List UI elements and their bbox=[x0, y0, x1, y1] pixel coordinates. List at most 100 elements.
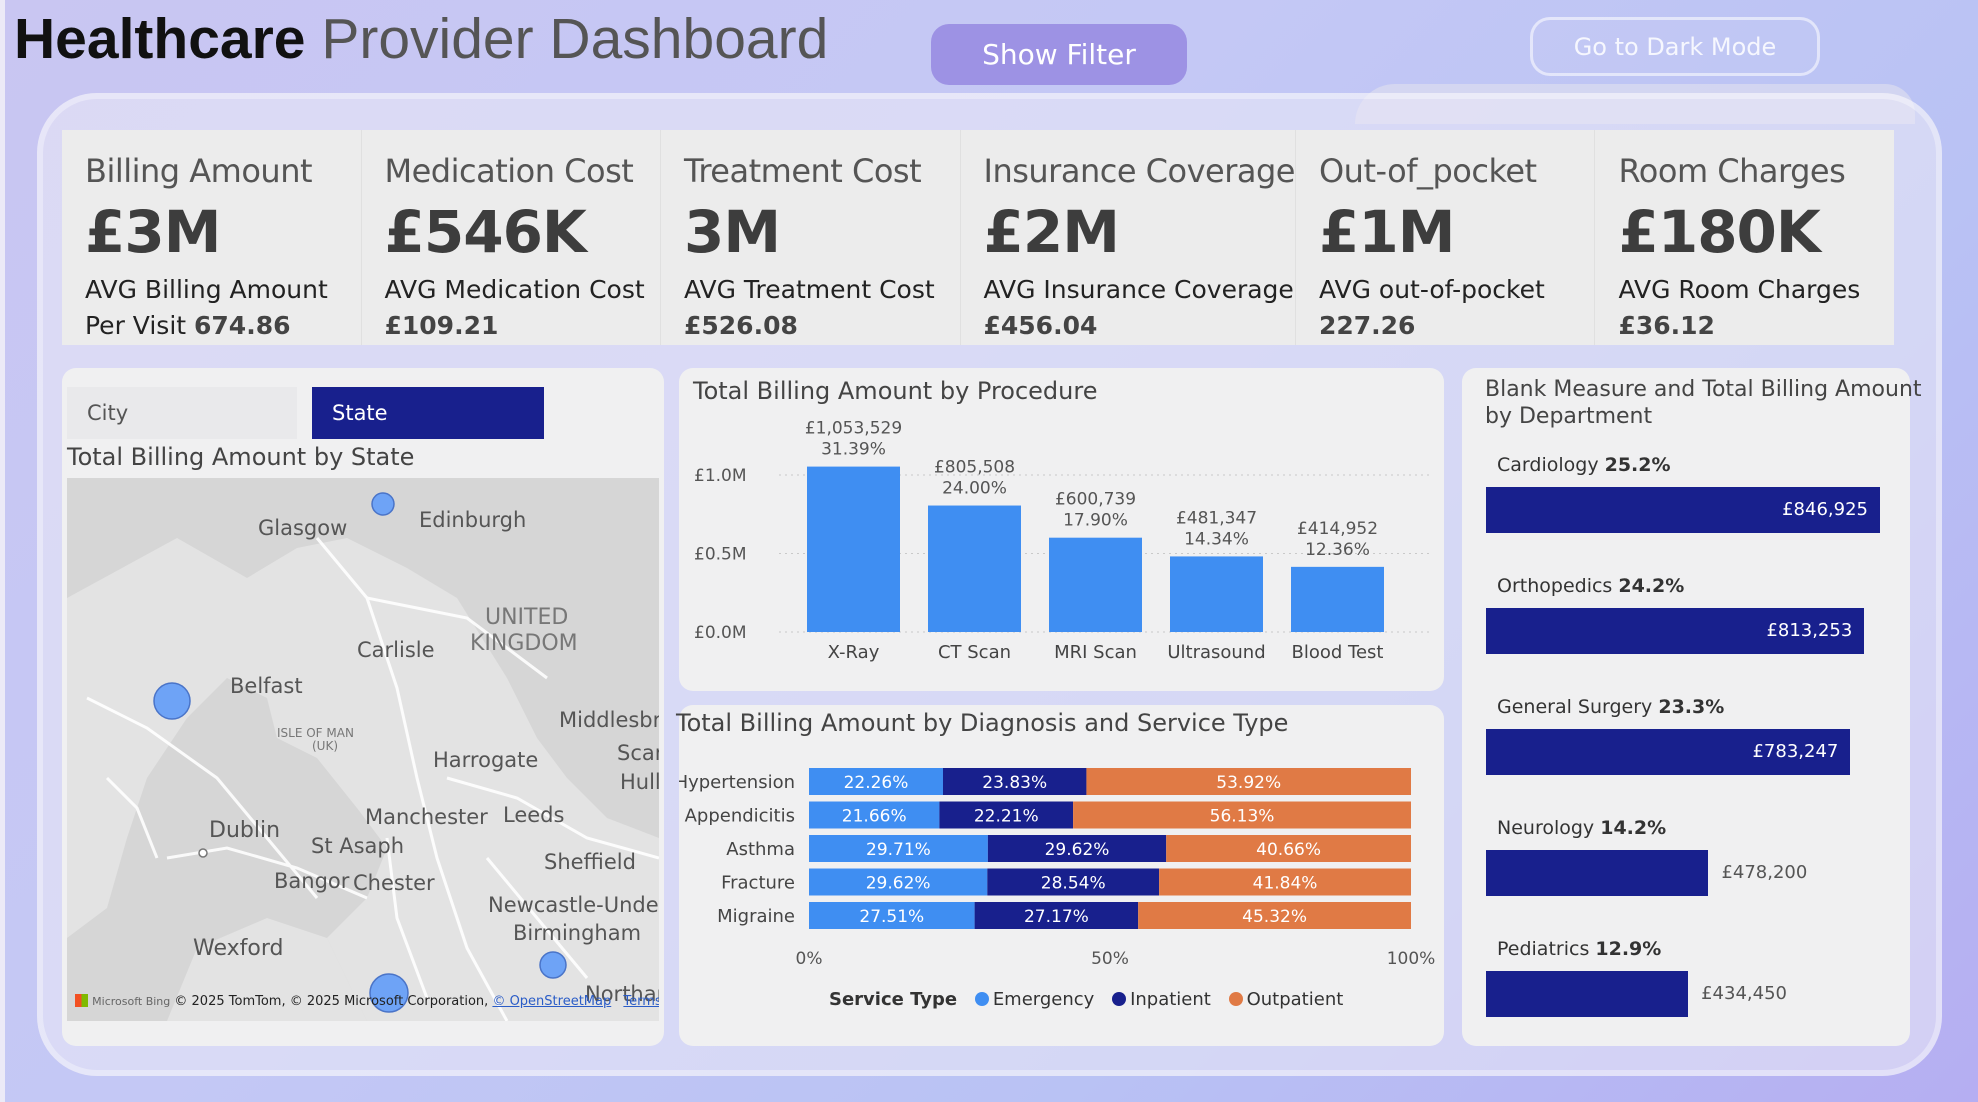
department-label: Pediatrics 12.9% bbox=[1497, 938, 1661, 960]
kpi-value: £546K bbox=[384, 198, 587, 266]
y-tick-label: £0.5M bbox=[694, 545, 747, 565]
procedure-bar bbox=[1049, 537, 1142, 632]
dark-mode-button[interactable]: Go to Dark Mode bbox=[1530, 17, 1820, 76]
kpi-card-treatment: Treatment Cost 3M AVG Treatment Cost £526… bbox=[661, 130, 961, 345]
x-tick-label: CT Scan bbox=[938, 642, 1011, 663]
city-toggle-button[interactable]: City bbox=[67, 387, 297, 439]
bar-pct-label: 12.36% bbox=[1305, 540, 1370, 560]
terms-link[interactable]: Terms bbox=[623, 994, 659, 1009]
segment-label: 23.83% bbox=[982, 773, 1047, 793]
bar-value-label: £414,952 bbox=[1297, 519, 1378, 539]
map-card-title: Total Billing Amount by State bbox=[67, 443, 415, 471]
page-title-bold: Healthcare bbox=[14, 7, 306, 71]
department-label: General Surgery 23.3% bbox=[1497, 696, 1724, 718]
osm-link[interactable]: © OpenStreetMap bbox=[492, 994, 611, 1009]
diagnosis-stacked-chart: Hypertension 22.26% 23.83% 53.92% Appendicit… bbox=[679, 768, 1435, 969]
department-chart-title: Blank Measure and Total Billing Amount b… bbox=[1485, 376, 1922, 430]
legend-title: Service Type bbox=[829, 989, 958, 1010]
department-label: Neurology 14.2% bbox=[1497, 817, 1666, 839]
department-bar[interactable] bbox=[1486, 850, 1709, 896]
kpi-sub-label: AVG Room Charges bbox=[1618, 275, 1861, 304]
department-bar[interactable]: £783,247 bbox=[1486, 729, 1851, 775]
segment-label: 41.84% bbox=[1253, 874, 1318, 894]
x-tick-label: X-Ray bbox=[828, 642, 880, 663]
legend-label-inpatient[interactable]: Inpatient bbox=[1130, 989, 1211, 1010]
y-tick-label: £1.0M bbox=[694, 466, 747, 486]
kpi-label: Billing Amount bbox=[85, 152, 313, 190]
kpi-card-insurance: Insurance Coverage £2M AVG Insurance Cov… bbox=[961, 130, 1296, 345]
page-title-light: Provider Dashboard bbox=[321, 7, 829, 71]
legend-label-outpatient[interactable]: Outpatient bbox=[1247, 989, 1344, 1010]
row-label: Fracture bbox=[721, 873, 795, 894]
diagnosis-legend: Service Type Emergency Inpatient Outpati… bbox=[829, 989, 1343, 1010]
billing-map[interactable]: Glasgow Edinburgh UNITED KINGDOM Carlisl… bbox=[67, 478, 659, 1021]
department-pct: 25.2% bbox=[1604, 454, 1671, 476]
kpi-sub-label: AVG Treatment Cost bbox=[684, 275, 935, 304]
kpi-label: Room Charges bbox=[1618, 152, 1846, 190]
kpi-sub-label: AVG Insurance Coverage bbox=[983, 275, 1294, 304]
kpi-label: Medication Cost bbox=[384, 152, 634, 190]
map-bubbles bbox=[153, 492, 567, 1013]
bing-logo-icon bbox=[75, 994, 88, 1007]
department-bar[interactable] bbox=[1486, 971, 1689, 1017]
kpi-value: 3M bbox=[684, 198, 781, 266]
kpi-card-medication: Medication Cost £546K AVG Medication Cos… bbox=[362, 130, 661, 345]
kpi-value: £2M bbox=[983, 198, 1120, 266]
kpi-sub: AVG Insurance Coverage £456.04 bbox=[984, 272, 1295, 344]
department-name: General Surgery bbox=[1497, 696, 1659, 718]
department-pct: 12.9% bbox=[1595, 938, 1662, 960]
map-attribution: Microsoft Bing © 2025 TomTom, © 2025 Mic… bbox=[75, 994, 659, 1009]
segment-label: 22.26% bbox=[844, 773, 909, 793]
map-bubble-birmingham bbox=[539, 951, 567, 979]
department-value-label: £783,247 bbox=[1752, 741, 1839, 762]
procedure-bar-chart: £0.0M £0.5M £1.0M £1,053,52931.39% X-Ray £805… bbox=[694, 419, 1429, 663]
kpi-avg: 227.26 bbox=[1318, 311, 1416, 340]
department-bar[interactable]: £846,925 bbox=[1486, 487, 1880, 533]
bar-value-label: £600,739 bbox=[1055, 490, 1136, 510]
department-label: Orthopedics 24.2% bbox=[1497, 575, 1684, 597]
department-value-label: £813,253 bbox=[1766, 620, 1853, 641]
kpi-label: Treatment Cost bbox=[684, 152, 922, 190]
x-tick-label: 50% bbox=[1091, 949, 1129, 969]
legend-dot-inpatient bbox=[1112, 992, 1127, 1006]
show-filter-button[interactable]: Show Filter bbox=[931, 24, 1187, 85]
department-value-label: £478,200 bbox=[1721, 862, 1808, 883]
kpi-avg: £526.08 bbox=[684, 311, 798, 340]
department-title-line2: by Department bbox=[1485, 404, 1653, 429]
x-tick-label: MRI Scan bbox=[1054, 642, 1137, 663]
left-edge-strip bbox=[0, 0, 5, 1102]
state-toggle-button[interactable]: State bbox=[312, 387, 544, 439]
map-bubble-belfast bbox=[153, 682, 191, 720]
department-bar[interactable]: £813,253 bbox=[1486, 608, 1865, 654]
kpi-sub-label: AVG Medication Cost bbox=[384, 275, 645, 304]
map-attribution-text: © 2025 TomTom, © 2025 Microsoft Corporat… bbox=[174, 994, 489, 1009]
legend-label-emergency[interactable]: Emergency bbox=[993, 989, 1095, 1010]
segment-label: 27.17% bbox=[1024, 907, 1089, 927]
bar-value-label: £481,347 bbox=[1176, 508, 1257, 528]
segment-label: 21.66% bbox=[842, 807, 907, 827]
kpi-value: £3M bbox=[85, 198, 221, 266]
map-brand: Microsoft Bing bbox=[92, 995, 171, 1008]
kpi-value: £180K bbox=[1618, 198, 1820, 266]
x-tick-label: 0% bbox=[796, 949, 823, 969]
segment-label: 27.51% bbox=[859, 907, 924, 927]
map-marker-dublin bbox=[198, 848, 208, 858]
department-pct: 24.2% bbox=[1618, 575, 1685, 597]
department-name: Pediatrics bbox=[1497, 938, 1596, 960]
segment-label: 45.32% bbox=[1242, 907, 1307, 927]
x-tick-label: Ultrasound bbox=[1167, 642, 1265, 663]
y-tick-label: £0.0M bbox=[694, 623, 747, 643]
segment-label: 56.13% bbox=[1210, 807, 1275, 827]
kpi-sub: AVG Room Charges £36.12 bbox=[1618, 272, 1894, 344]
segment-label: 29.71% bbox=[866, 840, 931, 860]
bar-value-label: £1,053,529 bbox=[805, 419, 902, 439]
row-label: Asthma bbox=[726, 839, 795, 860]
procedure-bar bbox=[807, 466, 900, 632]
bar-pct-label: 24.00% bbox=[942, 479, 1007, 499]
x-tick-label: Blood Test bbox=[1292, 642, 1384, 663]
bar-pct-label: 31.39% bbox=[821, 440, 886, 460]
department-label: Cardiology 25.2% bbox=[1497, 454, 1671, 476]
segment-label: 29.62% bbox=[866, 874, 931, 894]
legend-dot-outpatient bbox=[1228, 992, 1243, 1006]
segment-label: 29.62% bbox=[1045, 840, 1110, 860]
